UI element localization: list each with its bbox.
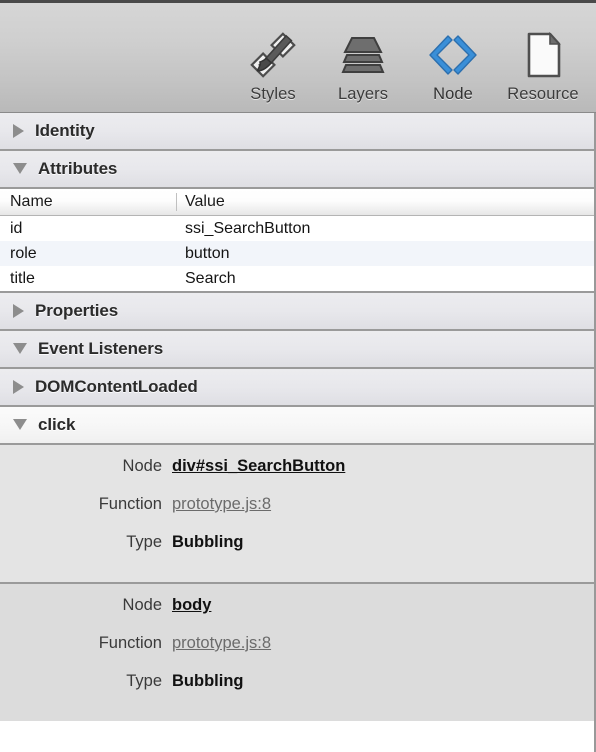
- tab-node-label: Node: [433, 85, 473, 103]
- toolbar-tab-list: Styles Layers Node Resource: [228, 27, 588, 108]
- section-title-identity: Identity: [35, 121, 95, 140]
- section-header-identity[interactable]: Identity: [0, 113, 594, 151]
- listener-node-link[interactable]: div#ssi_SearchButton: [172, 457, 345, 476]
- listener-node-row: Node div#ssi_SearchButton: [0, 457, 594, 495]
- tab-layers-label: Layers: [337, 85, 389, 103]
- section-header-domcontentloaded[interactable]: DOMContentLoaded: [0, 369, 594, 407]
- chevron-down-icon: [13, 162, 27, 174]
- listener-function-link[interactable]: prototype.js:8: [172, 634, 271, 653]
- column-divider[interactable]: [176, 193, 177, 211]
- attribute-value: button: [185, 244, 230, 262]
- angle-brackets-icon: [427, 27, 479, 83]
- chevron-right-icon: [13, 124, 24, 138]
- table-row[interactable]: role button: [0, 241, 594, 266]
- section-header-click[interactable]: click: [0, 407, 594, 445]
- attributes-table: Name Value id ssi_SearchButton role butt…: [0, 189, 594, 293]
- inspector-toolbar: Styles Layers Node Resource: [0, 0, 596, 113]
- chevron-right-icon: [13, 304, 24, 318]
- inspector-content: Identity Attributes Name Value id ssi_Se…: [0, 113, 596, 752]
- chevron-down-icon: [13, 342, 27, 354]
- listener-entry: Node body Function prototype.js:8 Type B…: [0, 584, 594, 721]
- section-header-properties[interactable]: Properties: [0, 293, 594, 331]
- attribute-name: title: [10, 269, 35, 287]
- section-title-click: click: [38, 415, 76, 434]
- listener-entry: Node div#ssi_SearchButton Function proto…: [0, 445, 594, 584]
- paintbrush-ruler-icon: [246, 27, 300, 83]
- layers-stack-icon: [338, 27, 388, 83]
- listener-function-row: Function prototype.js:8: [0, 495, 594, 533]
- section-title-event-listeners: Event Listeners: [38, 339, 164, 358]
- attribute-value: Search: [185, 269, 236, 287]
- listener-type-label: Type: [126, 533, 162, 551]
- listener-node-row: Node body: [0, 596, 594, 634]
- document-page-icon: [520, 27, 566, 83]
- tab-styles[interactable]: Styles: [228, 27, 318, 108]
- listener-type-label: Type: [126, 672, 162, 690]
- listener-function-label: Function: [98, 634, 162, 652]
- listener-type-value: Bubbling: [172, 533, 244, 551]
- column-header-name[interactable]: Name: [0, 193, 176, 211]
- tab-node[interactable]: Node: [408, 27, 498, 108]
- section-header-event-listeners[interactable]: Event Listeners: [0, 331, 594, 369]
- attribute-name: id: [10, 219, 23, 237]
- chevron-down-icon: [13, 418, 27, 430]
- attributes-table-header: Name Value: [0, 189, 594, 216]
- listener-node-link[interactable]: body: [172, 596, 211, 615]
- section-title-properties: Properties: [35, 301, 119, 320]
- listener-function-row: Function prototype.js:8: [0, 634, 594, 672]
- chevron-right-icon: [13, 380, 24, 394]
- listener-function-label: Function: [98, 495, 162, 513]
- listener-type-row: Type Bubbling: [0, 533, 594, 571]
- listener-node-label: Node: [122, 457, 162, 475]
- attribute-value: ssi_SearchButton: [185, 219, 311, 237]
- listener-type-value: Bubbling: [172, 672, 244, 690]
- section-title-domcontentloaded: DOMContentLoaded: [35, 377, 198, 396]
- section-title-attributes: Attributes: [38, 159, 118, 178]
- node-inspector-panel: Styles Layers Node Resource Identity Att…: [0, 0, 596, 752]
- tab-styles-label: Styles: [250, 85, 296, 103]
- table-row[interactable]: id ssi_SearchButton: [0, 216, 594, 241]
- listener-type-row: Type Bubbling: [0, 672, 594, 710]
- listener-node-label: Node: [122, 596, 162, 614]
- listener-function-link[interactable]: prototype.js:8: [172, 495, 271, 514]
- column-header-value[interactable]: Value: [176, 193, 225, 211]
- table-row[interactable]: title Search: [0, 266, 594, 291]
- section-header-attributes[interactable]: Attributes: [0, 151, 594, 189]
- tab-layers[interactable]: Layers: [318, 27, 408, 108]
- tab-resource-label: Resource: [507, 85, 579, 103]
- tab-resource[interactable]: Resource: [498, 27, 588, 108]
- attribute-name: role: [10, 244, 37, 262]
